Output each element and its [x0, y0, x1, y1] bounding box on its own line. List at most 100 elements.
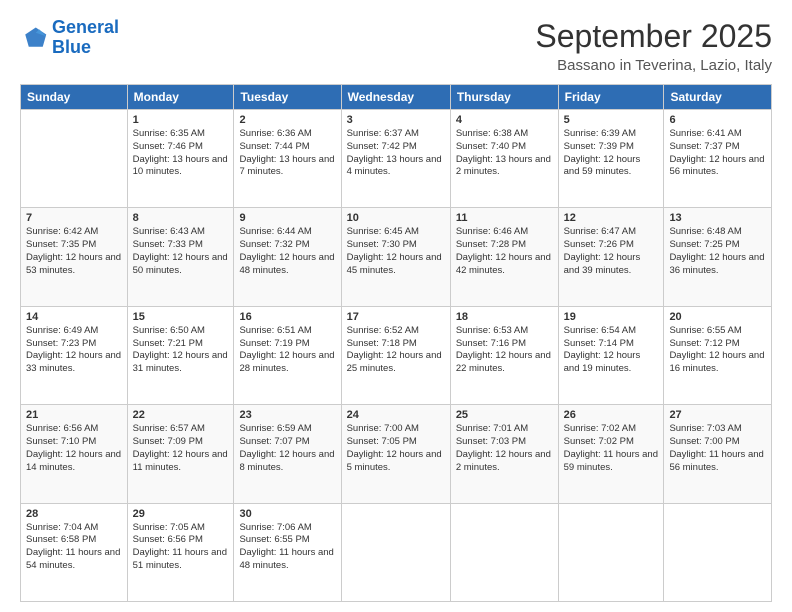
- calendar-cell: 5 Sunrise: 6:39 AMSunset: 7:39 PMDaylight…: [558, 110, 664, 208]
- logo-text: General Blue: [52, 18, 119, 58]
- day-info: Sunrise: 6:35 AMSunset: 7:46 PMDaylight:…: [133, 128, 229, 179]
- calendar-cell: 21 Sunrise: 6:56 AMSunset: 7:10 PMDayligh…: [21, 405, 128, 503]
- calendar-cell: 6 Sunrise: 6:41 AMSunset: 7:37 PMDaylight…: [664, 110, 772, 208]
- calendar-cell: 29Sunrise: 7:05 AMSunset: 6:56 PMDayligh…: [127, 503, 234, 601]
- weekday-header: Sunday: [21, 85, 128, 110]
- calendar-cell: 13 Sunrise: 6:48 AMSunset: 7:25 PMDayligh…: [664, 208, 772, 306]
- calendar-cell: 8Sunrise: 6:43 AMSunset: 7:33 PMDaylight…: [127, 208, 234, 306]
- calendar-cell: 28Sunrise: 7:04 AMSunset: 6:58 PMDayligh…: [21, 503, 128, 601]
- header: General Blue September 2025 Bassano in T…: [20, 18, 772, 74]
- weekday-header: Wednesday: [341, 85, 450, 110]
- day-number: 1: [133, 114, 229, 126]
- day-number: 11: [456, 212, 553, 224]
- day-info: Sunrise: 6:44 AMSunset: 7:32 PMDaylight:…: [239, 226, 335, 277]
- day-info: Sunrise: 6:42 AMSunset: 7:35 PMDaylight:…: [26, 226, 122, 277]
- day-info: Sunrise: 6:46 AMSunset: 7:28 PMDaylight:…: [456, 226, 553, 277]
- day-number: 24: [347, 409, 445, 421]
- calendar-cell: 11 Sunrise: 6:46 AMSunset: 7:28 PMDayligh…: [450, 208, 558, 306]
- day-info: Sunrise: 6:45 AMSunset: 7:30 PMDaylight:…: [347, 226, 445, 277]
- calendar-cell: 18 Sunrise: 6:53 AMSunset: 7:16 PMDayligh…: [450, 306, 558, 404]
- day-info: Sunrise: 7:00 AMSunset: 7:05 PMDaylight:…: [347, 423, 445, 474]
- day-number: 30: [239, 508, 335, 520]
- calendar-cell: 20 Sunrise: 6:55 AMSunset: 7:12 PMDayligh…: [664, 306, 772, 404]
- day-info: Sunrise: 6:56 AMSunset: 7:10 PMDaylight:…: [26, 423, 122, 474]
- calendar-cell: 1 Sunrise: 6:35 AMSunset: 7:46 PMDaylight…: [127, 110, 234, 208]
- day-number: 22: [133, 409, 229, 421]
- day-number: 27: [669, 409, 766, 421]
- day-number: 16: [239, 311, 335, 323]
- day-info: Sunrise: 6:59 AMSunset: 7:07 PMDaylight:…: [239, 423, 335, 474]
- calendar-cell: 10 Sunrise: 6:45 AMSunset: 7:30 PMDayligh…: [341, 208, 450, 306]
- day-info: Sunrise: 6:47 AMSunset: 7:26 PMDaylight:…: [564, 226, 659, 277]
- calendar-cell: [21, 110, 128, 208]
- day-info: Sunrise: 6:54 AMSunset: 7:14 PMDaylight:…: [564, 325, 659, 376]
- calendar-week-row: 14 Sunrise: 6:49 AMSunset: 7:23 PMDayligh…: [21, 306, 772, 404]
- day-info: Sunrise: 7:05 AMSunset: 6:56 PMDaylight:…: [133, 522, 229, 573]
- day-number: 21: [26, 409, 122, 421]
- day-number: 26: [564, 409, 659, 421]
- day-info: Sunrise: 6:57 AMSunset: 7:09 PMDaylight:…: [133, 423, 229, 474]
- logo-line2: Blue: [52, 37, 91, 57]
- day-number: 18: [456, 311, 553, 323]
- day-number: 19: [564, 311, 659, 323]
- weekday-header: Thursday: [450, 85, 558, 110]
- calendar-cell: 17 Sunrise: 6:52 AMSunset: 7:18 PMDayligh…: [341, 306, 450, 404]
- day-info: Sunrise: 6:50 AMSunset: 7:21 PMDaylight:…: [133, 325, 229, 376]
- location-title: Bassano in Teverina, Lazio, Italy: [535, 57, 772, 74]
- day-number: 10: [347, 212, 445, 224]
- title-block: September 2025 Bassano in Teverina, Lazi…: [535, 18, 772, 74]
- day-info: Sunrise: 7:06 AMSunset: 6:55 PMDaylight:…: [239, 522, 335, 573]
- day-info: Sunrise: 6:51 AMSunset: 7:19 PMDaylight:…: [239, 325, 335, 376]
- day-number: 17: [347, 311, 445, 323]
- calendar-cell: [450, 503, 558, 601]
- day-info: Sunrise: 6:48 AMSunset: 7:25 PMDaylight:…: [669, 226, 766, 277]
- day-info: Sunrise: 6:52 AMSunset: 7:18 PMDaylight:…: [347, 325, 445, 376]
- logo: General Blue: [20, 18, 119, 58]
- day-number: 20: [669, 311, 766, 323]
- day-info: Sunrise: 7:03 AMSunset: 7:00 PMDaylight:…: [669, 423, 766, 474]
- day-number: 8: [133, 212, 229, 224]
- day-number: 13: [669, 212, 766, 224]
- day-number: 3: [347, 114, 445, 126]
- day-info: Sunrise: 6:49 AMSunset: 7:23 PMDaylight:…: [26, 325, 122, 376]
- calendar-cell: 19 Sunrise: 6:54 AMSunset: 7:14 PMDayligh…: [558, 306, 664, 404]
- day-info: Sunrise: 6:53 AMSunset: 7:16 PMDaylight:…: [456, 325, 553, 376]
- calendar-cell: 2Sunrise: 6:36 AMSunset: 7:44 PMDaylight…: [234, 110, 341, 208]
- day-number: 5: [564, 114, 659, 126]
- day-number: 12: [564, 212, 659, 224]
- day-info: Sunrise: 6:38 AMSunset: 7:40 PMDaylight:…: [456, 128, 553, 179]
- weekday-header: Monday: [127, 85, 234, 110]
- page: General Blue September 2025 Bassano in T…: [0, 0, 792, 612]
- calendar-cell: [558, 503, 664, 601]
- day-number: 28: [26, 508, 122, 520]
- calendar-cell: 3 Sunrise: 6:37 AMSunset: 7:42 PMDaylight…: [341, 110, 450, 208]
- day-number: 6: [669, 114, 766, 126]
- day-info: Sunrise: 6:37 AMSunset: 7:42 PMDaylight:…: [347, 128, 445, 179]
- day-info: Sunrise: 6:55 AMSunset: 7:12 PMDaylight:…: [669, 325, 766, 376]
- calendar-cell: 26 Sunrise: 7:02 AMSunset: 7:02 PMDayligh…: [558, 405, 664, 503]
- calendar-cell: 9 Sunrise: 6:44 AMSunset: 7:32 PMDaylight…: [234, 208, 341, 306]
- day-number: 14: [26, 311, 122, 323]
- weekday-header-row: SundayMondayTuesdayWednesdayThursdayFrid…: [21, 85, 772, 110]
- calendar-cell: 25 Sunrise: 7:01 AMSunset: 7:03 PMDayligh…: [450, 405, 558, 503]
- calendar-week-row: 1 Sunrise: 6:35 AMSunset: 7:46 PMDaylight…: [21, 110, 772, 208]
- day-info: Sunrise: 7:02 AMSunset: 7:02 PMDaylight:…: [564, 423, 659, 474]
- calendar-cell: 15Sunrise: 6:50 AMSunset: 7:21 PMDayligh…: [127, 306, 234, 404]
- calendar-cell: 22 Sunrise: 6:57 AMSunset: 7:09 PMDayligh…: [127, 405, 234, 503]
- calendar-cell: 12 Sunrise: 6:47 AMSunset: 7:26 PMDayligh…: [558, 208, 664, 306]
- day-info: Sunrise: 6:39 AMSunset: 7:39 PMDaylight:…: [564, 128, 659, 179]
- weekday-header: Tuesday: [234, 85, 341, 110]
- calendar-cell: 24 Sunrise: 7:00 AMSunset: 7:05 PMDayligh…: [341, 405, 450, 503]
- calendar-cell: 14 Sunrise: 6:49 AMSunset: 7:23 PMDayligh…: [21, 306, 128, 404]
- day-info: Sunrise: 6:41 AMSunset: 7:37 PMDaylight:…: [669, 128, 766, 179]
- calendar-week-row: 28Sunrise: 7:04 AMSunset: 6:58 PMDayligh…: [21, 503, 772, 601]
- calendar-week-row: 21 Sunrise: 6:56 AMSunset: 7:10 PMDayligh…: [21, 405, 772, 503]
- calendar-cell: 27 Sunrise: 7:03 AMSunset: 7:00 PMDayligh…: [664, 405, 772, 503]
- day-number: 9: [239, 212, 335, 224]
- day-info: Sunrise: 7:01 AMSunset: 7:03 PMDaylight:…: [456, 423, 553, 474]
- calendar-cell: [664, 503, 772, 601]
- calendar-week-row: 7Sunrise: 6:42 AMSunset: 7:35 PMDaylight…: [21, 208, 772, 306]
- weekday-header: Saturday: [664, 85, 772, 110]
- day-number: 25: [456, 409, 553, 421]
- day-number: 2: [239, 114, 335, 126]
